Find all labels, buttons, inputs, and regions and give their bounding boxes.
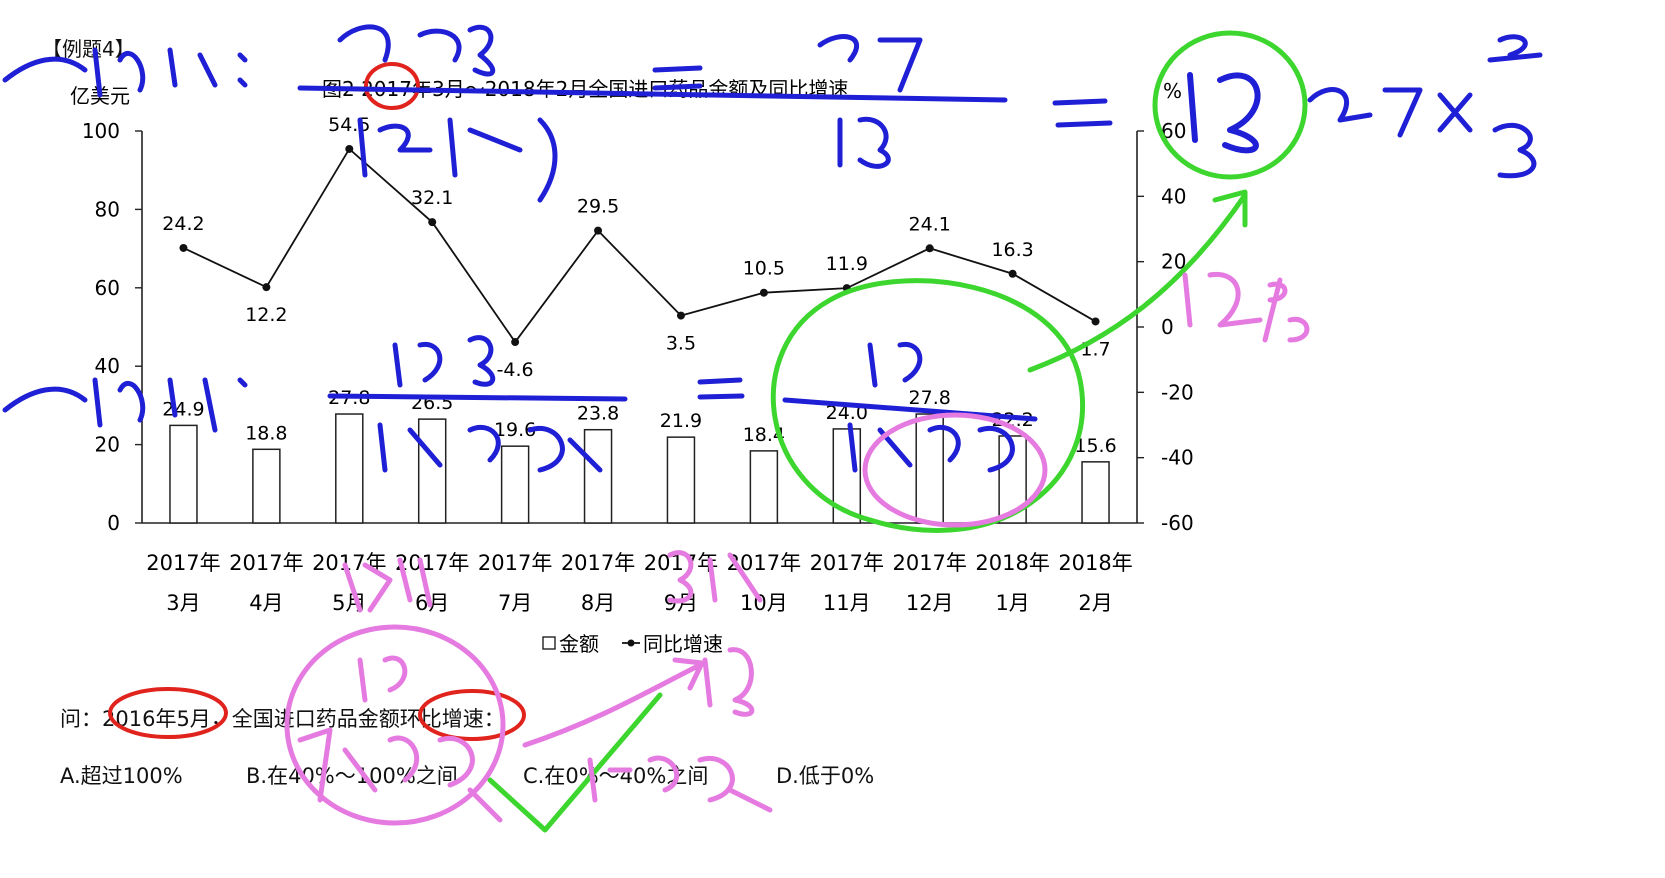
- blue-strike-bars: [327, 393, 628, 402]
- pink-scribble-4m: [342, 557, 433, 613]
- blue-scribble-27-15: [817, 34, 923, 169]
- slide: 【例题4】 图2 2017年3月～2018年2月全国进口药品金额及同比增速 亿美…: [0, 0, 1665, 878]
- blue-equals-2: [1052, 98, 1113, 128]
- blue-scribble-18: [1187, 72, 1261, 154]
- pink-arrow: [522, 657, 705, 748]
- blue-scribble-2016-4: [2, 377, 248, 433]
- handwriting-overlay: [2, 24, 1543, 833]
- pink-scribble-12pct: [1182, 271, 1310, 343]
- pink-scribble-1412b: [587, 755, 773, 813]
- blue-scribble-188-1412: [377, 335, 603, 473]
- blue-scribble-1454: [357, 117, 558, 203]
- blue-scribble-2016-5: [2, 47, 248, 98]
- pink-scribble-18b: [702, 647, 755, 717]
- blue-strike-bars-2: [782, 397, 1038, 422]
- red-circle-mom: [418, 689, 526, 741]
- green-check: [487, 692, 663, 833]
- red-circle-year: [364, 62, 420, 110]
- blue-scribble-278: [337, 24, 495, 77]
- blue-equals-3: [697, 377, 745, 400]
- green-circle-18: [1152, 30, 1308, 180]
- blue-equals-1: [652, 65, 703, 91]
- blue-scribble-27x23: [1307, 34, 1543, 179]
- red-circle-2016-may: [108, 687, 228, 739]
- pink-scribble-5m: [667, 550, 763, 604]
